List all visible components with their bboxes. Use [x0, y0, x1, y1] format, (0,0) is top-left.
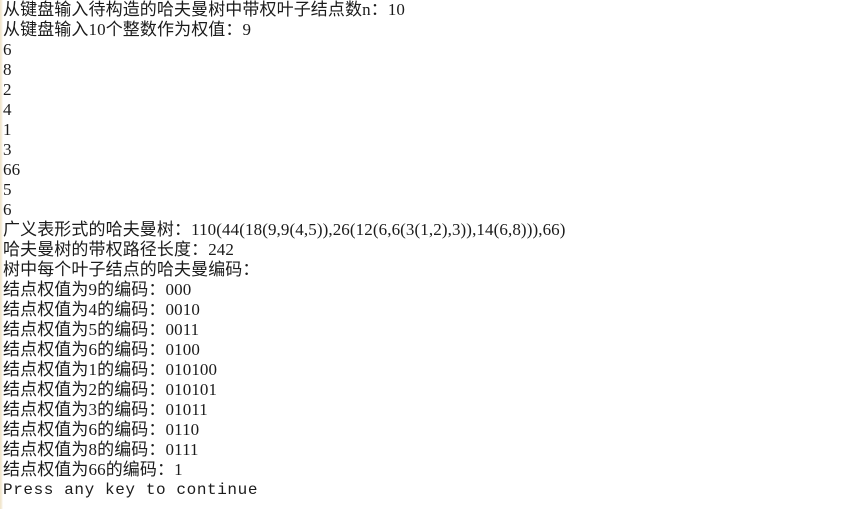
echoed-weight-line: 6 [3, 200, 841, 220]
leaf-count-prompt-label: 从键盘输入待构造的哈夫曼树中带权叶子结点数n： [3, 0, 388, 19]
output-line-weighted-path-length: 哈夫曼树的带权路径长度：242 [3, 240, 841, 260]
huffman-code-line: 结点权值为2的编码：010101 [3, 380, 841, 400]
huffman-code-line: 结点权值为3的编码：01011 [3, 400, 841, 420]
output-line-codes-header: 树中每个叶子结点的哈夫曼编码： [3, 260, 841, 280]
press-any-key-message: Press any key to continue [3, 481, 259, 499]
code-suffix-label: 的编码： [97, 360, 166, 379]
code-weight-value: 9 [88, 280, 98, 299]
echoed-weight-line: 4 [3, 100, 841, 120]
wpl-label: 哈夫曼树的带权路径长度： [3, 240, 209, 259]
code-suffix-label: 的编码： [97, 420, 166, 439]
code-weight-value: 3 [88, 400, 98, 419]
code-bits-value: 01011 [165, 400, 208, 419]
echoed-weight-line: 3 [3, 140, 841, 160]
weight-entered-value-2: 8 [3, 60, 12, 79]
weight-entered-value-3: 2 [3, 80, 12, 99]
codes-header-label: 树中每个叶子结点的哈夫曼编码： [3, 260, 260, 279]
echoed-weight-line: 5 [3, 180, 841, 200]
weight-entered-value-0: 9 [242, 20, 252, 39]
output-line-generalized-list: 广义表形式的哈夫曼树：110(44(18(9,9(4,5)),26(12(6,6… [3, 220, 841, 240]
code-weight-value: 8 [88, 440, 98, 459]
weight-entered-value-5: 1 [3, 120, 12, 139]
code-prefix-label: 结点权值为 [3, 340, 89, 359]
huffman-code-line: 结点权值为4的编码：0010 [3, 300, 841, 320]
code-weight-value: 66 [88, 460, 106, 479]
huffman-code-line: 结点权值为1的编码：010100 [3, 360, 841, 380]
generalized-list-label: 广义表形式的哈夫曼树： [3, 220, 192, 239]
code-bits-value: 000 [165, 280, 192, 299]
code-weight-value: 6 [88, 340, 98, 359]
huffman-code-line: 结点权值为5的编码：0011 [3, 320, 841, 340]
weight-entered-value-1: 6 [3, 40, 12, 59]
code-prefix-label: 结点权值为 [3, 300, 89, 319]
code-bits-value: 0111 [165, 440, 199, 459]
code-bits-value: 0011 [165, 320, 200, 339]
echoed-weight-line: 2 [3, 80, 841, 100]
weight-entered-value-9: 6 [3, 200, 12, 219]
code-prefix-label: 结点权值为 [3, 400, 89, 419]
weight-entered-value-4: 4 [3, 100, 12, 119]
code-prefix-label: 结点权值为 [3, 280, 89, 299]
output-line-weights-prompt: 从键盘输入10个整数作为权值：9 [3, 20, 841, 40]
echoed-weight-line: 1 [3, 120, 841, 140]
code-bits-value: 010101 [165, 380, 218, 399]
wpl-value: 242 [208, 240, 235, 259]
code-suffix-label: 的编码： [97, 400, 166, 419]
code-bits-value: 0010 [165, 300, 200, 319]
output-line-leaf-count-prompt: 从键盘输入待构造的哈夫曼树中带权叶子结点数n：10 [3, 0, 841, 20]
code-bits-value: 010100 [165, 360, 218, 379]
code-suffix-label: 的编码： [97, 380, 166, 399]
huffman-code-line: 结点权值为9的编码：000 [3, 280, 841, 300]
code-weight-value: 2 [88, 380, 98, 399]
code-prefix-label: 结点权值为 [3, 360, 89, 379]
code-prefix-label: 结点权值为 [3, 440, 89, 459]
generalized-list-value: 110(44(18(9,9(4,5)),26(12(6,6(3(1,2),3))… [191, 220, 566, 239]
code-suffix-label: 的编码： [97, 280, 166, 299]
console-window[interactable]: 从键盘输入待构造的哈夫曼树中带权叶子结点数n：10 从键盘输入10个整数作为权值… [0, 0, 841, 509]
code-prefix-label: 结点权值为 [3, 380, 89, 399]
code-weight-value: 4 [88, 300, 98, 319]
code-bits-value: 0100 [165, 340, 200, 359]
weights-prompt-label: 从键盘输入10个整数作为权值： [3, 20, 243, 39]
weight-entered-value-8: 5 [3, 180, 12, 199]
code-suffix-label: 的编码： [97, 340, 166, 359]
code-suffix-label: 的编码： [105, 460, 175, 479]
echoed-weight-line: 66 [3, 160, 841, 180]
code-prefix-label: 结点权值为 [3, 460, 89, 479]
code-weight-value: 1 [88, 360, 98, 379]
code-weight-value: 5 [88, 320, 98, 339]
echoed-weight-line: 6 [3, 40, 841, 60]
code-bits-value: 1 [174, 460, 183, 479]
code-weight-value: 6 [88, 420, 98, 439]
code-prefix-label: 结点权值为 [3, 420, 89, 439]
code-suffix-label: 的编码： [97, 300, 166, 319]
weight-entered-value-7: 66 [3, 160, 21, 179]
huffman-code-line: 结点权值为8的编码：0111 [3, 440, 841, 460]
weight-entered-value-6: 3 [3, 140, 12, 159]
code-bits-value: 0110 [165, 420, 200, 439]
huffman-code-line: 结点权值为66的编码：1 [3, 460, 841, 480]
huffman-code-line: 结点权值为6的编码：0100 [3, 340, 841, 360]
leaf-count-entered-value: 10 [387, 0, 406, 19]
code-suffix-label: 的编码： [97, 320, 166, 339]
echoed-weight-line: 8 [3, 60, 841, 80]
code-suffix-label: 的编码： [97, 440, 166, 459]
code-prefix-label: 结点权值为 [3, 320, 89, 339]
huffman-code-line: 结点权值为6的编码：0110 [3, 420, 841, 440]
